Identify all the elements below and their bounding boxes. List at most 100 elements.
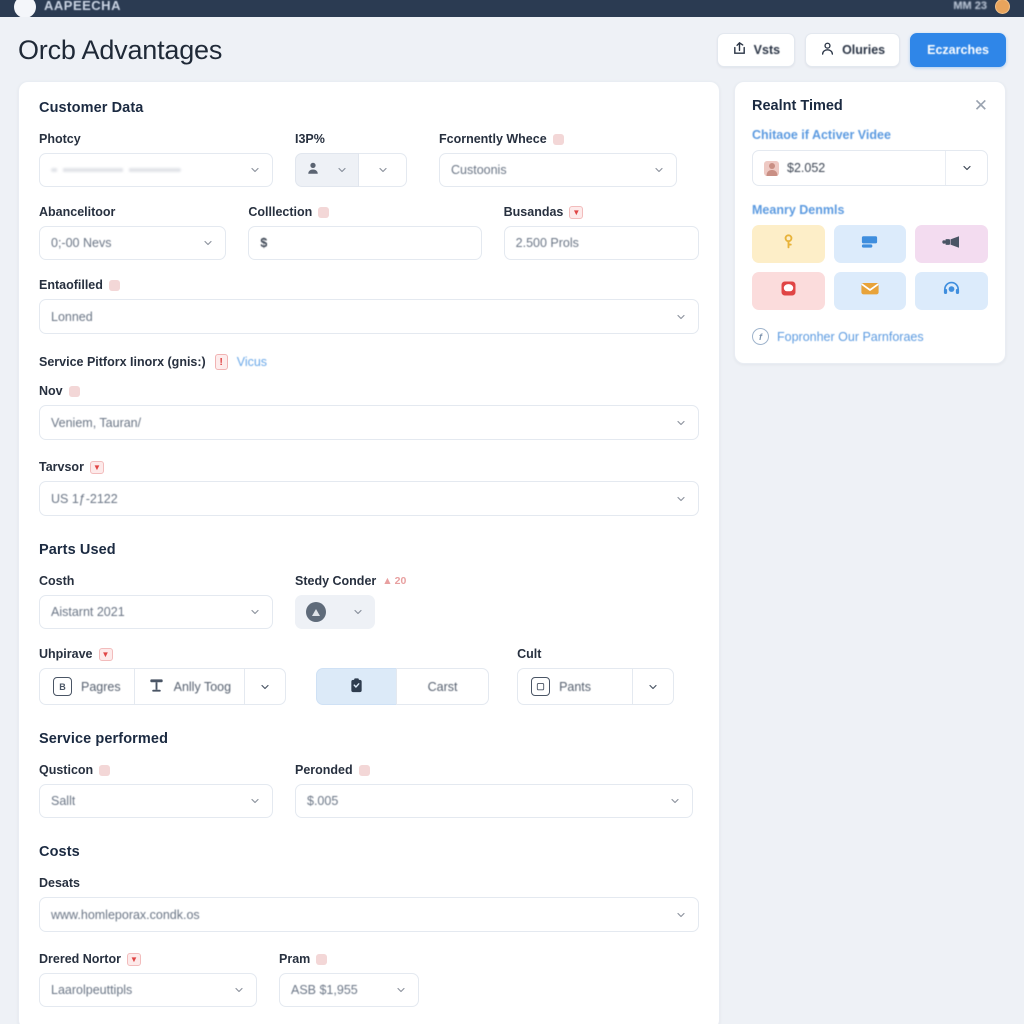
peronded-select[interactable]: $.005 [295, 784, 693, 818]
field-nov: Nov Veniem, Tauran/ [39, 384, 699, 440]
duties-button[interactable]: Oluries [805, 33, 901, 67]
required-badge-icon [358, 764, 370, 776]
desats-value: www.homleporax.condk.os [51, 907, 200, 922]
info-circle-icon: f [752, 328, 769, 345]
field-peronded: Peronded $.005 [295, 763, 693, 818]
label-colllection-text: Colllection [248, 205, 313, 219]
bp-secondary-select[interactable] [359, 153, 407, 187]
tile-chat[interactable] [752, 272, 825, 310]
required-badge-icon [552, 133, 564, 145]
primary-action-button[interactable]: Eczarches [910, 33, 1006, 67]
label-qusticon-text: Qusticon [39, 763, 94, 777]
tile-key[interactable] [752, 225, 825, 263]
busandas-value: 2.500 Prols [515, 236, 579, 250]
costh-select[interactable]: Aistarnt 2021 [39, 595, 273, 629]
entaofilled-select[interactable]: Lonned [39, 299, 699, 334]
label-bp-text: I3P% [295, 132, 325, 146]
panel-subtitle-activer-videe: Chitaoe if Activer Videe [752, 128, 891, 142]
uhpirave-button-group: B Pagres Anlly Toog [39, 668, 287, 705]
label-nov-text: Nov [39, 384, 63, 398]
label-pram: Pram [279, 952, 419, 966]
costh-value: Aistarnt 2021 [51, 605, 125, 619]
label-service-pitfork-text: Service Pitforx Iinorx (gnis:) [39, 355, 206, 369]
label-abancelitoor-text: Abancelitoor [39, 205, 116, 219]
cult-button-group: ▢ Pants [517, 668, 675, 705]
section-title-service-performed: Service performed [39, 731, 169, 747]
cult-pants-button[interactable]: ▢ Pants [517, 668, 633, 705]
close-icon[interactable]: ✕ [974, 97, 988, 114]
activer-videe-value: $2.052 [787, 161, 826, 175]
navbar-status-text: MM 23 [953, 0, 987, 12]
right-sidebar-column: Realnt Timed ✕ Chitaoe if Activer Videe … [734, 81, 1006, 364]
pitfork-view-link[interactable]: Vicus [237, 355, 267, 369]
label-abancelitoor: Abancelitoor [39, 205, 226, 219]
cult-more-button[interactable] [632, 668, 675, 705]
field-middle-group: Carst [316, 647, 490, 705]
uhpirave-anlly-toog-button[interactable]: Anlly Toog [133, 668, 245, 705]
field-fornently-whece: Fcornently Whece Custoonis [439, 132, 677, 187]
form-row-service: Qusticon Sallt Peronded $.005 [39, 763, 699, 818]
label-photcy-text: Photcy [39, 132, 81, 146]
field-desats: Desats www.homleporax.condk.os [39, 876, 699, 932]
busandas-input[interactable]: 2.500 Prols [503, 226, 699, 260]
chevron-down-badge-icon: ▼ [89, 460, 104, 474]
panel-footer-link[interactable]: Fopronher Our Parnforaes [777, 330, 924, 344]
tile-headset[interactable] [915, 272, 988, 310]
tile-megaphone[interactable] [915, 225, 988, 263]
uhpirave-more-button[interactable] [244, 668, 287, 705]
label-desats: Desats [39, 876, 699, 890]
label-fornently-whece: Fcornently Whece [439, 132, 677, 146]
field-tarvsor: Tarvsor ▼ US 1ƒ-2122 [39, 460, 699, 516]
photcy-select[interactable] [39, 153, 273, 187]
drered-nortor-select[interactable]: Laarolpeuttipls [39, 973, 257, 1007]
activer-videe-dropdown-toggle[interactable] [945, 151, 987, 185]
colllection-input[interactable]: $ [248, 226, 482, 260]
tile-card[interactable] [833, 225, 907, 263]
megaphone-icon [941, 234, 962, 255]
share-export-button-label: Vsts [753, 43, 781, 57]
circle-logo-icon [14, 0, 36, 17]
nov-value: Veniem, Tauran/ [51, 415, 142, 430]
abancelitoor-select[interactable]: 0;-00 Nevs [39, 226, 227, 260]
chevron-down-badge-icon: ▼ [98, 647, 113, 661]
label-photcy: Photcy [39, 132, 273, 146]
uhpirave-pagres-label: Pagres [81, 679, 121, 694]
chevron-down-icon [261, 684, 269, 689]
tarvsor-select[interactable]: US 1ƒ-2122 [39, 481, 699, 516]
carst-toggle-button[interactable]: Carst [396, 668, 490, 705]
person-icon [306, 161, 320, 180]
user-avatar-icon[interactable] [995, 0, 1010, 14]
field-photcy: Photcy [39, 132, 273, 187]
share-export-button[interactable]: Vsts [716, 33, 796, 67]
tile-envelope[interactable] [833, 272, 907, 310]
clipboard-toggle-button[interactable] [316, 668, 397, 705]
page-header: Orcb Advantages Vsts Oluries Eczarches [0, 17, 1024, 81]
panel-header: Realnt Timed ✕ [752, 97, 988, 114]
section-title-customer-data: Customer Data [39, 100, 144, 116]
page-title: Orcb Advantages [18, 34, 223, 65]
required-badge-icon [68, 385, 80, 397]
uhpirave-pagres-button[interactable]: B Pagres [39, 668, 134, 705]
activer-videe-select[interactable]: $2.052 [752, 150, 988, 186]
label-uhpirave-text: Uhpirave [39, 647, 93, 661]
section-title-costs: Costs [39, 844, 80, 860]
chevron-down-icon [962, 165, 971, 171]
share-export-icon [732, 41, 747, 59]
form-row-costs: Drered Nortor ▼ Laarolpeuttipls Pram ASB [39, 952, 699, 1007]
field-drered-nortor: Drered Nortor ▼ Laarolpeuttipls [39, 952, 257, 1007]
label-stedy-conder-text: Stedy Conder [295, 574, 377, 588]
desats-select[interactable]: www.homleporax.condk.os [39, 897, 699, 932]
field-costh: Costh Aistarnt 2021 [39, 574, 273, 629]
field-abancelitoor: Abancelitoor 0;-00 Nevs [39, 205, 227, 260]
fornently-whece-select[interactable]: Custoonis [439, 153, 677, 187]
stedy-conder-select[interactable] [295, 595, 375, 629]
chevron-down-icon [649, 684, 657, 689]
nov-select[interactable]: Veniem, Tauran/ [39, 405, 699, 440]
required-badge-icon [316, 953, 328, 965]
qusticon-select[interactable]: Sallt [39, 784, 273, 818]
photcy-value [51, 168, 181, 172]
qusticon-value: Sallt [51, 794, 76, 808]
bp-person-select[interactable] [295, 153, 359, 187]
label-qusticon: Qusticon [39, 763, 273, 777]
pram-select[interactable]: ASB $1,955 [279, 973, 419, 1007]
